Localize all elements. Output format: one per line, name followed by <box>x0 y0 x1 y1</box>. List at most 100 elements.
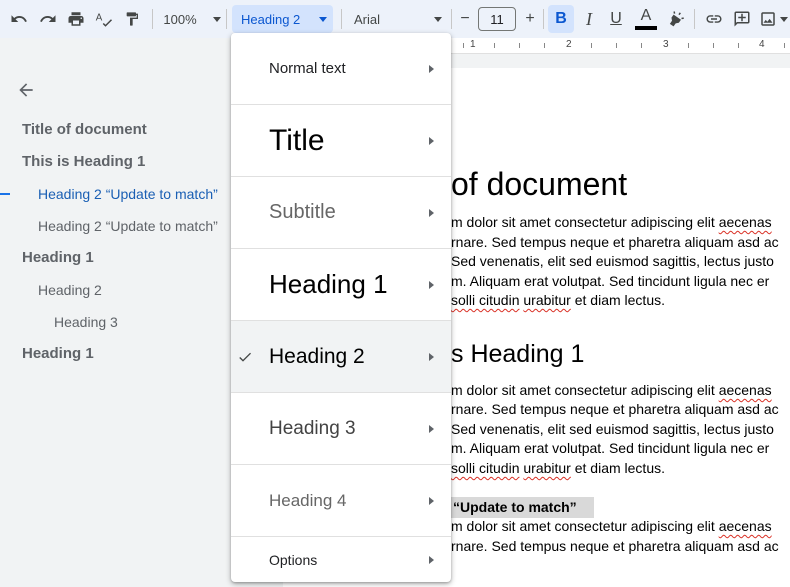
svg-text:A: A <box>96 13 103 24</box>
paragraph-line[interactable]: rnare. Sed tempus neque et pharetra aliq… <box>451 233 779 253</box>
ruler-number: 2 <box>566 39 572 50</box>
document-heading-2-selected[interactable]: “Update to match” <box>451 497 594 518</box>
menu-item-label: Heading 1 <box>269 269 388 299</box>
zoom-select[interactable]: 100% <box>162 5 222 33</box>
paragraph-style-value: Heading 2 <box>241 11 301 27</box>
italic-button[interactable]: I <box>578 5 600 33</box>
menu-item-subtitle[interactable]: Subtitle <box>231 177 451 249</box>
outline-item[interactable]: Heading 2 <box>38 282 102 298</box>
paint-format-icon[interactable] <box>121 5 143 33</box>
submenu-arrow-icon <box>429 280 434 289</box>
menu-item-heading-4[interactable]: Heading 4 <box>231 465 451 537</box>
chevron-down-icon <box>779 16 788 22</box>
menu-item-label: Subtitle <box>269 201 336 223</box>
ruler-tick <box>738 43 739 48</box>
paragraph-line[interactable]: m. Aliquam erat volutpat. Sed tincidunt … <box>451 272 769 292</box>
chevron-down-icon <box>434 17 442 22</box>
link-icon[interactable] <box>702 5 726 33</box>
outline-item[interactable]: Heading 1 <box>22 249 94 266</box>
toolbar-separator <box>152 9 153 29</box>
increase-font-size-button[interactable]: + <box>520 7 540 31</box>
text-color-icon: A <box>640 7 652 24</box>
paragraph-line[interactable]: solli citudin urabitur et diam lectus. <box>451 459 665 479</box>
ruler-tick <box>616 43 617 48</box>
outline-item-active[interactable]: Heading 2 “Update to match” <box>38 186 218 202</box>
ruler-tick <box>713 43 714 48</box>
menu-item-label: Options <box>269 551 318 568</box>
ruler-number: 1 <box>470 39 476 50</box>
outline-item[interactable]: This is Heading 1 <box>22 153 145 170</box>
menu-item-heading-1[interactable]: Heading 1 <box>231 249 451 321</box>
checkmark-icon <box>237 349 253 365</box>
document-title[interactable]: of document <box>451 166 627 203</box>
outline-item[interactable]: Heading 2 “Update to match” <box>38 218 218 234</box>
menu-item-label: Title <box>269 123 325 157</box>
undo-icon[interactable] <box>8 5 30 33</box>
decrease-font-size-button[interactable]: − <box>455 7 475 31</box>
paragraph-line[interactable]: m dolor sit amet consectetur adipiscing … <box>451 517 772 537</box>
submenu-arrow-icon <box>429 555 434 564</box>
paragraph-line[interactable]: m dolor sit amet consectetur adipiscing … <box>451 213 772 233</box>
ruler-tick <box>784 43 785 48</box>
italic-icon: I <box>586 8 592 29</box>
ruler-tick <box>591 43 592 48</box>
toolbar-separator <box>694 9 695 29</box>
toolbar-separator <box>341 9 342 29</box>
menu-item-normal-text[interactable]: Normal text <box>231 33 451 105</box>
ruler-tick <box>544 43 545 48</box>
font-value: Arial <box>354 11 381 27</box>
chevron-down-icon <box>319 17 327 22</box>
menu-item-label: Heading 3 <box>269 417 356 439</box>
outline-item[interactable]: Heading 1 <box>22 345 94 362</box>
highlight-icon[interactable] <box>665 5 687 33</box>
active-heading-marker <box>0 193 10 195</box>
ruler-tick <box>519 43 520 48</box>
paragraph-line[interactable]: rnare. Sed tempus neque et pharetra aliq… <box>451 400 779 420</box>
outline-item[interactable]: Title of document <box>22 121 147 138</box>
ruler-tick <box>688 43 689 48</box>
ruler-number: 3 <box>663 39 669 50</box>
plus-icon: + <box>525 10 535 27</box>
paragraph-line[interactable]: Sed venenatis, elit sed euismod sagittis… <box>451 252 774 272</box>
paragraph-line[interactable]: solli citudin urabitur et diam lectus. <box>451 291 665 311</box>
paragraph-line[interactable]: Sed venenatis, elit sed euismod sagittis… <box>451 420 774 440</box>
zoom-value: 100% <box>163 11 197 27</box>
underline-icon: U <box>610 10 622 27</box>
text-color-button[interactable]: A <box>634 5 658 33</box>
paragraph-line[interactable]: m dolor sit amet consectetur adipiscing … <box>451 381 772 401</box>
back-arrow-icon[interactable] <box>16 80 38 102</box>
menu-item-title[interactable]: Title <box>231 105 451 177</box>
bold-button[interactable]: B <box>548 5 574 33</box>
paragraph-style-select[interactable]: Heading 2 <box>232 5 333 33</box>
menu-item-label: Heading 4 <box>269 490 347 510</box>
submenu-arrow-icon <box>429 208 434 217</box>
toolbar-separator <box>451 9 452 29</box>
minus-icon: − <box>460 10 470 27</box>
menu-item-options[interactable]: Options <box>231 537 451 582</box>
menu-item-heading-3[interactable]: Heading 3 <box>231 393 451 465</box>
document-outline: Title of document This is Heading 1 Head… <box>0 38 232 587</box>
chevron-down-icon <box>212 16 221 22</box>
menu-item-label: Normal text <box>269 60 346 77</box>
ruler[interactable]: 1 2 3 4 <box>451 38 790 54</box>
ruler-tick <box>494 43 495 48</box>
font-select[interactable]: Arial <box>348 5 446 33</box>
font-size-input[interactable]: 11 <box>478 7 516 31</box>
redo-icon[interactable] <box>37 5 59 33</box>
document-heading-1[interactable]: s Heading 1 <box>451 340 584 369</box>
paragraph-line[interactable]: rnare. Sed tempus neque et pharetra aliq… <box>451 537 779 557</box>
underline-button[interactable]: U <box>605 5 627 33</box>
print-icon[interactable] <box>65 5 87 33</box>
submenu-arrow-icon <box>429 496 434 505</box>
submenu-arrow-icon <box>429 424 434 433</box>
menu-item-label: Heading 2 <box>269 344 365 368</box>
comment-icon[interactable] <box>730 5 754 33</box>
paragraph-line[interactable]: m. Aliquam erat volutpat. Sed tincidunt … <box>451 439 769 459</box>
submenu-arrow-icon <box>429 136 434 145</box>
menu-item-heading-2[interactable]: Heading 2 <box>231 321 451 393</box>
ruler-tick <box>641 43 642 48</box>
insert-image-button[interactable] <box>758 5 788 33</box>
paragraph-style-menu: Normal text Title Subtitle Heading 1 Hea… <box>231 33 451 582</box>
outline-item[interactable]: Heading 3 <box>54 314 118 330</box>
spellcheck-icon[interactable]: A <box>93 5 115 33</box>
